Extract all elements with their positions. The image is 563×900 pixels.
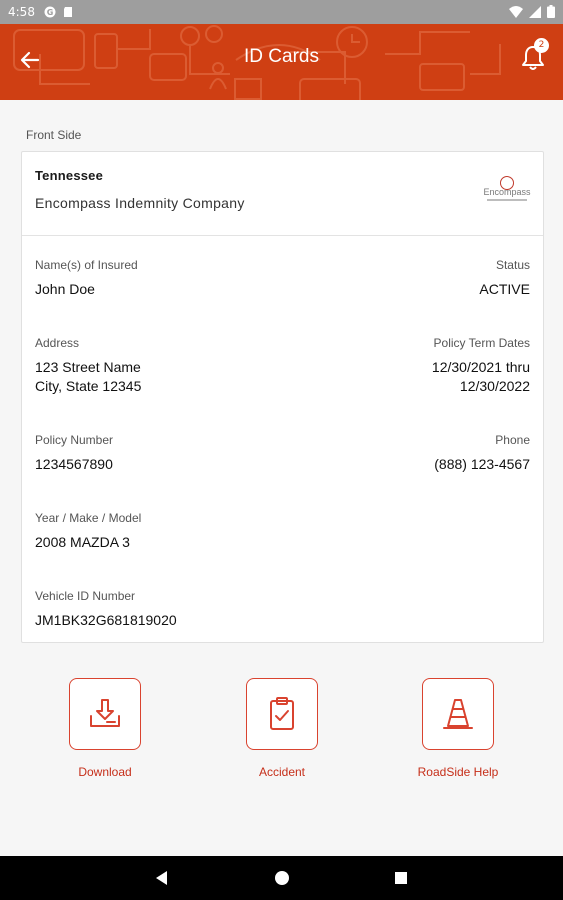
home-circle-icon[interactable] bbox=[272, 868, 292, 888]
status-time: 4:58 bbox=[8, 5, 35, 19]
roadside-help-label: RoadSide Help bbox=[417, 765, 499, 779]
card-header: Tennessee Encompass Indemnity Company En… bbox=[22, 152, 543, 236]
roadside-help-tile[interactable] bbox=[422, 678, 494, 750]
address-line-2: City, State 12345 bbox=[35, 378, 142, 394]
policy-value: 1234567890 bbox=[35, 456, 113, 472]
status-value: ACTIVE bbox=[479, 281, 530, 297]
address-line-1: 123 Street Name bbox=[35, 359, 141, 375]
signal-icon bbox=[529, 5, 541, 18]
logo-tagline bbox=[487, 199, 527, 201]
app-bar: ID Cards 2 bbox=[0, 24, 563, 100]
roadside-help-button[interactable]: RoadSide Help bbox=[393, 678, 523, 779]
card-company: Encompass Indemnity Company bbox=[35, 195, 245, 211]
download-button[interactable]: Download bbox=[40, 678, 170, 779]
insured-value: John Doe bbox=[35, 281, 95, 297]
section-label: Front Side bbox=[26, 128, 82, 142]
logo-text: Encompass bbox=[483, 187, 531, 197]
status-bar: 4:58 G bbox=[0, 0, 563, 24]
card-state: Tennessee bbox=[35, 168, 104, 183]
accident-label: Accident bbox=[258, 765, 306, 779]
term-line-1: 12/30/2021 thru bbox=[431, 359, 530, 375]
page-title: ID Cards bbox=[244, 46, 319, 67]
address-label: Address bbox=[35, 336, 80, 350]
ymm-label: Year / Make / Model bbox=[35, 511, 142, 525]
accident-button[interactable]: Accident bbox=[217, 678, 347, 779]
clipboard-check-icon bbox=[270, 697, 294, 730]
recents-square-icon[interactable] bbox=[391, 868, 411, 888]
insured-label: Name(s) of Insured bbox=[35, 258, 138, 272]
accident-tile[interactable] bbox=[246, 678, 318, 750]
vin-label: Vehicle ID Number bbox=[35, 589, 136, 603]
vin-value: JM1BK32G681819020 bbox=[35, 612, 177, 628]
download-tile[interactable] bbox=[69, 678, 141, 750]
phone-label: Phone bbox=[495, 433, 530, 447]
download-label: Download bbox=[78, 765, 132, 779]
traffic-cone-icon bbox=[443, 699, 473, 729]
term-line-2: 12/30/2022 bbox=[459, 378, 530, 394]
download-icon bbox=[90, 699, 120, 727]
battery-icon bbox=[547, 5, 555, 18]
ymm-value: 2008 MAZDA 3 bbox=[35, 534, 130, 550]
status-label: Status bbox=[495, 258, 530, 272]
back-triangle-icon[interactable] bbox=[152, 868, 172, 888]
id-card: Tennessee Encompass Indemnity Company En… bbox=[21, 151, 544, 643]
encompass-logo: Encompass bbox=[480, 176, 534, 210]
wifi-icon bbox=[509, 5, 523, 18]
system-nav-bar bbox=[0, 856, 563, 900]
settings-g-icon: G bbox=[44, 6, 56, 18]
policy-label: Policy Number bbox=[35, 433, 114, 447]
svg-text:G: G bbox=[47, 8, 54, 17]
action-row: Download Accident RoadSide Help bbox=[0, 660, 563, 790]
notifications-button[interactable]: 2 bbox=[514, 38, 554, 78]
term-label: Policy Term Dates bbox=[433, 336, 530, 350]
phone-value[interactable]: (888) 123-4567 bbox=[434, 455, 530, 474]
notification-badge: 2 bbox=[534, 38, 549, 53]
sd-card-icon bbox=[64, 7, 72, 17]
